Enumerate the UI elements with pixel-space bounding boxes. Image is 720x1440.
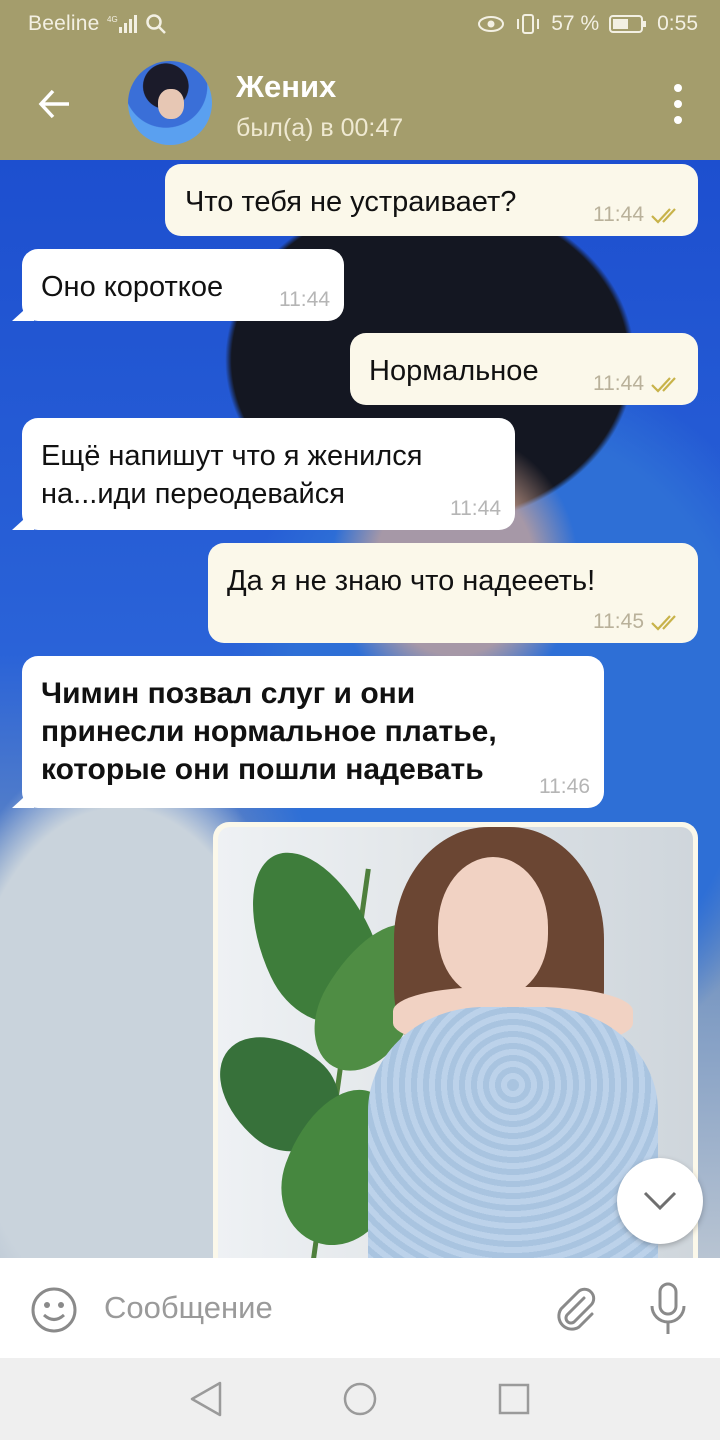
clock: 0:55 [657, 12, 698, 35]
message-bubble-outgoing[interactable]: Нормальное 11:44 [350, 333, 698, 405]
message-composer [0, 1258, 720, 1358]
message-meta: 11:44 [279, 289, 330, 311]
message-time: 11:44 [593, 372, 644, 395]
photo-face [438, 857, 548, 997]
scroll-down-button[interactable] [617, 1158, 703, 1244]
message-text: Ещё напишут что я женился на...иди перео… [41, 440, 423, 510]
avatar[interactable] [128, 61, 212, 145]
svg-text:4G: 4G [107, 15, 118, 24]
system-navigation-bar [0, 1358, 720, 1440]
status-right: 57 % 0:55 [477, 12, 698, 36]
signal-icon: 4G [107, 14, 138, 34]
paperclip-icon [557, 1287, 596, 1331]
message-time: 11:44 [450, 497, 501, 520]
nav-home-button[interactable] [342, 1380, 378, 1423]
message-text: Чимин позвал слуг и они принесли нормаль… [41, 677, 497, 786]
contact-info[interactable]: Жених был(а) в 00:47 [236, 68, 403, 146]
last-seen-status: был(а) в 00:47 [236, 114, 404, 142]
nav-recents-button[interactable] [496, 1380, 532, 1423]
message-time: 11:44 [279, 288, 330, 311]
back-button[interactable] [0, 48, 110, 160]
message-meta: 11:44 [593, 204, 684, 226]
square-recents-icon [498, 1383, 530, 1415]
message-input[interactable] [104, 1284, 524, 1332]
message-meta: 11:44 [450, 498, 501, 520]
message-time: 11:46 [539, 775, 590, 798]
double-check-icon [651, 208, 676, 224]
message-meta: 11:44 [593, 373, 684, 395]
nav-back-button[interactable] [188, 1380, 224, 1423]
double-check-icon [651, 377, 676, 393]
chevron-down-icon [643, 1191, 677, 1211]
microphone-button[interactable] [648, 1282, 688, 1341]
message-text: Да я не знаю что надеееть! [227, 565, 596, 597]
message-bubble-incoming[interactable]: Оно короткое 11:44 [22, 249, 344, 321]
message-time: 11:44 [593, 203, 644, 226]
eye-icon [477, 14, 505, 34]
more-options-button[interactable] [666, 84, 690, 124]
message-bubble-outgoing[interactable]: Да я не знаю что надеееть! 11:45 [208, 543, 698, 643]
battery-percent: 57 % [551, 12, 600, 35]
smiley-icon [31, 1287, 77, 1333]
vibrate-icon [515, 13, 541, 35]
message-time: 11:45 [593, 610, 644, 633]
message-bubble-incoming[interactable]: Ещё напишут что я женился на...иди перео… [22, 418, 515, 530]
back-arrow-icon [38, 89, 69, 119]
contact-name: Жених [236, 69, 337, 104]
more-vertical-icon [674, 84, 682, 92]
search-icon [145, 13, 167, 35]
status-bar: Beeline 4G 57 % 0:55 [0, 0, 720, 48]
microphone-icon [650, 1282, 686, 1334]
emoji-button[interactable] [30, 1286, 78, 1339]
battery-icon [609, 14, 647, 34]
circle-home-icon [343, 1382, 377, 1416]
message-meta: 11:46 [539, 776, 590, 798]
photo-dress [368, 1007, 658, 1258]
message-meta: 11:45 [593, 611, 684, 633]
status-left: Beeline 4G [28, 12, 167, 36]
attach-button[interactable] [552, 1284, 600, 1339]
message-bubble-incoming[interactable]: Чимин позвал слуг и они принесли нормаль… [22, 656, 604, 808]
message-bubble-outgoing[interactable]: Что тебя не устраивает? 11:44 [165, 164, 698, 236]
double-check-icon [651, 615, 676, 631]
carrier-name: Beeline [28, 12, 100, 35]
chat-header: Жених был(а) в 00:47 [0, 48, 720, 160]
triangle-back-icon [190, 1381, 222, 1417]
